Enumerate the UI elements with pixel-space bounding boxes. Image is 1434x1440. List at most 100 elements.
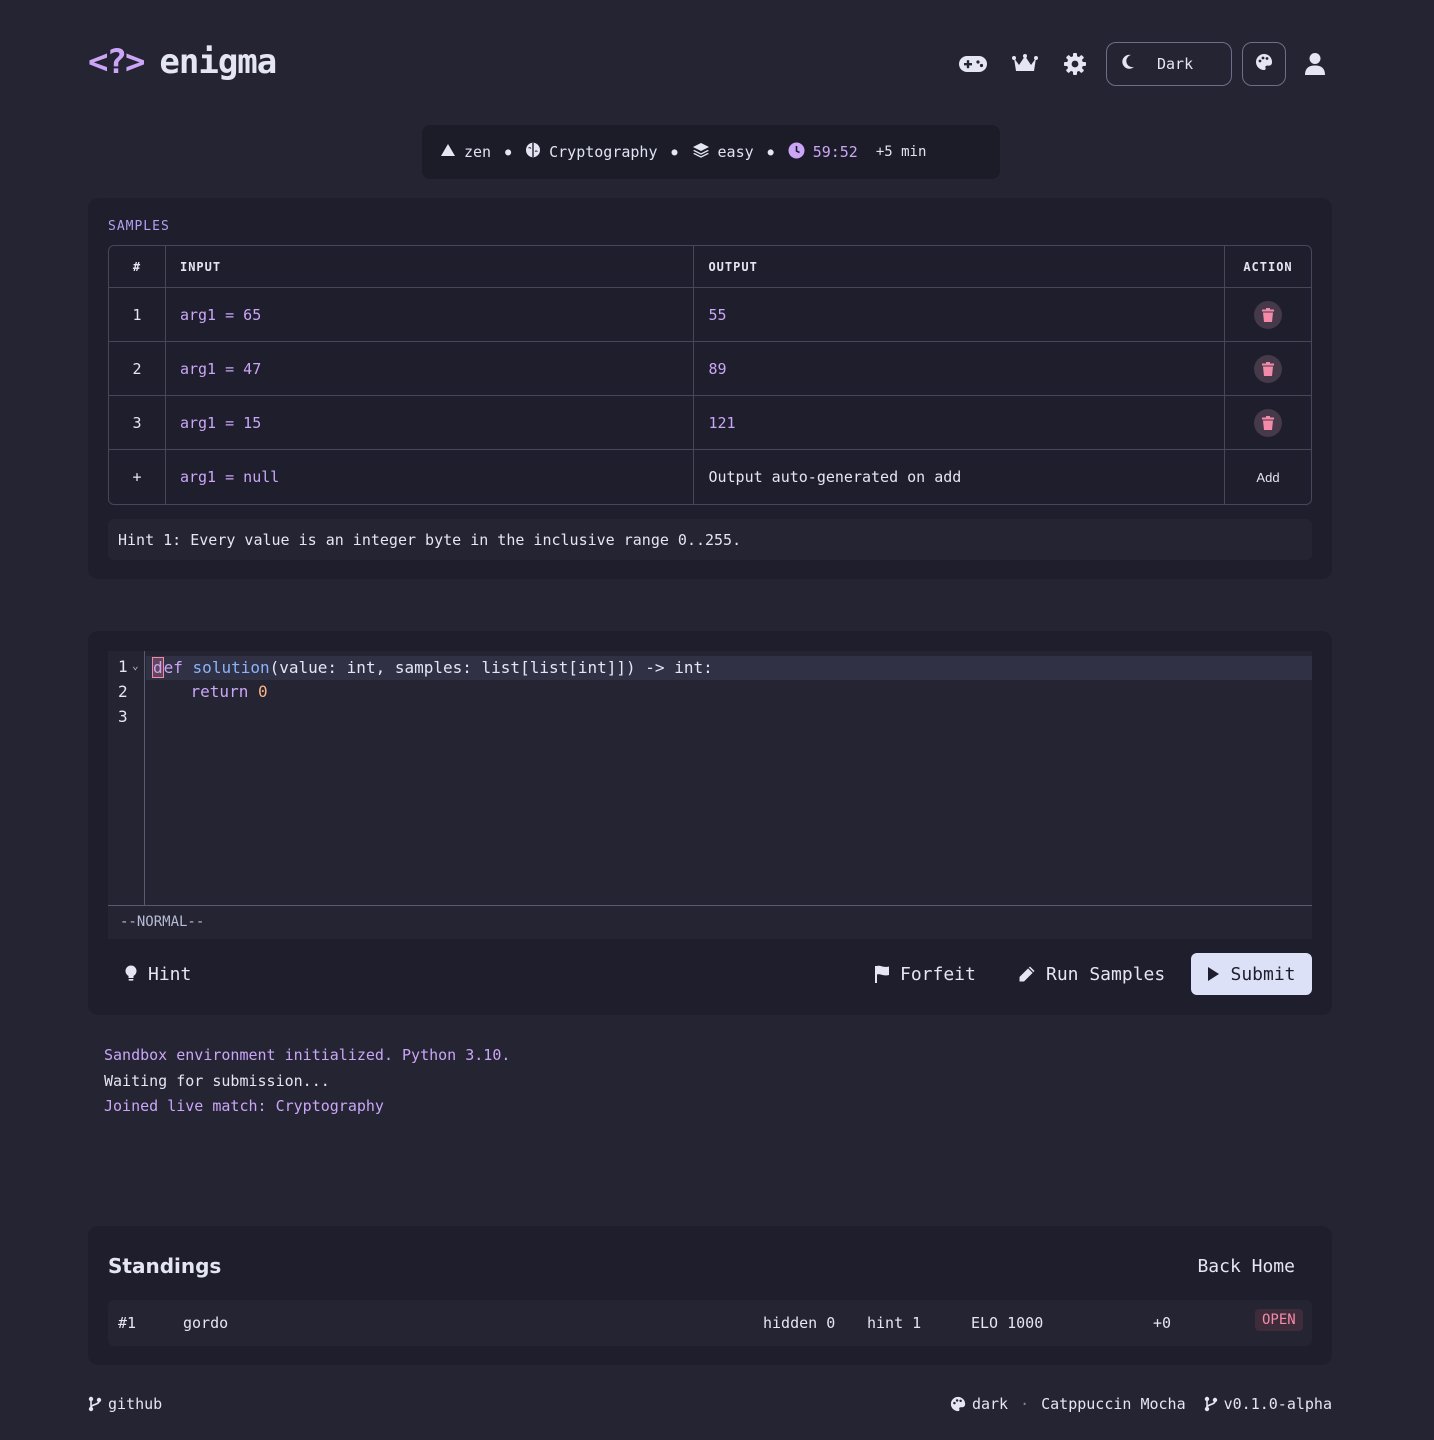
code-line: def solution(value: int, samples: list[l… [152,657,713,678]
keyword: ef [163,658,183,677]
hidden-count: hidden 0 [763,1314,836,1332]
add-sample-button[interactable]: Add [1256,470,1279,485]
category-item: Cryptography [525,142,658,162]
row-number: 3 [109,396,166,450]
column-header: INPUT [165,246,695,288]
submit-label: Submit [1230,963,1296,985]
standings-title: Standings [108,1254,222,1278]
table-row: 1 arg1 = 65 55 [109,288,1311,342]
new-sample-input[interactable]: arg1 = null [166,450,695,504]
line-number: 2 [118,682,128,701]
status-badge: OPEN [1255,1309,1303,1331]
elo-rating: ELO 1000 [971,1314,1044,1332]
timer-value: 59:52 [812,143,858,161]
console-output: Sandbox environment initialized. Python … [104,1043,510,1120]
mode-label: zen [464,143,492,161]
table-row: 2 arg1 = 47 89 [109,342,1311,396]
difficulty-label: easy [717,143,754,161]
header-actions: Dark [956,42,1332,86]
theme-toggle-button[interactable]: Dark [1106,42,1232,86]
difficulty-item: easy [692,142,754,162]
function-name: solution [192,658,270,677]
vim-mode-status: --NORMAL-- [108,905,1312,939]
theme-label: Dark [1157,55,1194,73]
sample-input: arg1 = 65 [165,288,695,342]
mode-item: zen [440,143,491,161]
run-samples-button[interactable]: Run Samples [1018,953,1165,995]
run-samples-label: Run Samples [1046,963,1166,985]
git-branch-icon [88,1396,102,1412]
code-editor[interactable]: 1 ⌄ 2 3 def solution(value: int, samples… [108,651,1312,905]
rank: #1 [118,1314,137,1332]
action-cell [1224,288,1311,342]
play-icon [1208,967,1220,981]
user-icon[interactable] [1298,47,1332,81]
flag-icon [875,965,889,983]
standing-row: #1 gordo hidden 0 hint 1 ELO 1000 +0 OPE… [108,1300,1312,1346]
trash-icon [1261,415,1274,430]
pencil-icon [1019,966,1035,982]
hint-label: Hint [148,963,192,985]
row-number: + [109,450,166,504]
sample-output: 121 [694,396,1225,450]
new-sample-row: + arg1 = null Output auto-generated on a… [109,450,1311,504]
line-number: 1 [118,657,128,676]
row-number: 1 [109,288,166,342]
sample-input: arg1 = 15 [165,396,695,450]
number-literal: 0 [257,682,268,701]
console-line: Joined live match: Cryptography [104,1097,384,1115]
submit-button[interactable]: Submit [1191,953,1312,995]
back-home-link[interactable]: Back Home [1197,1256,1295,1277]
palette-icon [950,1396,966,1412]
editor-panel: 1 ⌄ 2 3 def solution(value: int, samples… [88,631,1332,1015]
gamepad-icon[interactable] [956,47,990,81]
column-header: OUTPUT [694,246,1225,288]
delete-button[interactable] [1253,408,1282,437]
forfeit-label: Forfeit [900,963,976,985]
footer-info: dark · Catppuccin Mocha v0.1.0-alpha [950,1395,1332,1413]
gear-icon[interactable] [1058,47,1092,81]
trash-icon [1261,307,1274,322]
fold-chevron-icon[interactable]: ⌄ [132,659,139,672]
text-cursor: d [152,657,164,678]
palette-icon [1255,53,1273,75]
theme-mode: dark [971,1395,1009,1413]
delete-button[interactable] [1253,354,1282,383]
crown-icon[interactable] [1008,47,1042,81]
layers-icon [692,142,710,162]
separator-dot: ● [767,146,774,158]
palette-button[interactable] [1242,42,1286,86]
action-cell [1224,342,1311,396]
column-header: # [109,246,166,288]
sample-input: arg1 = 47 [165,342,695,396]
sample-output: 55 [694,288,1225,342]
hint-count: hint 1 [867,1314,922,1332]
player-name: gordo [183,1314,229,1332]
table-header-row: # INPUT OUTPUT ACTION [109,246,1311,288]
app-name: enigma [159,42,277,82]
line-gutter: 1 ⌄ 2 3 [108,651,145,905]
code-line: return 0 [152,682,268,701]
separator: · [1020,1395,1030,1413]
version-label: v0.1.0-alpha [1223,1395,1332,1413]
github-link[interactable]: github [88,1395,162,1413]
column-header: ACTION [1224,246,1311,288]
samples-table: # INPUT OUTPUT ACTION 1 arg1 = 65 55 2 a… [108,245,1312,505]
footer: github dark · Catppuccin Mocha v0.1.0-al… [88,1395,1332,1417]
console-line: Sandbox environment initialized. Python … [104,1046,511,1064]
hint-button[interactable]: Hint [124,953,191,995]
line-number: 3 [118,707,128,726]
separator-dot: ● [671,146,678,158]
forfeit-button[interactable]: Forfeit [874,953,976,995]
git-branch-icon [1204,1396,1217,1412]
samples-panel: SAMPLES # INPUT OUTPUT ACTION 1 arg1 = 6… [88,198,1332,579]
delete-button[interactable] [1253,300,1282,329]
moon-icon [1121,54,1135,74]
clock-icon [788,142,805,163]
signature: (value: int, samples: list[list[int]]) -… [269,658,713,677]
samples-heading: SAMPLES [108,219,170,234]
theme-palette: Catppuccin Mocha [1041,1395,1186,1413]
new-sample-output: Output auto-generated on add [694,450,1225,504]
logo[interactable]: <?> enigma [88,42,277,82]
